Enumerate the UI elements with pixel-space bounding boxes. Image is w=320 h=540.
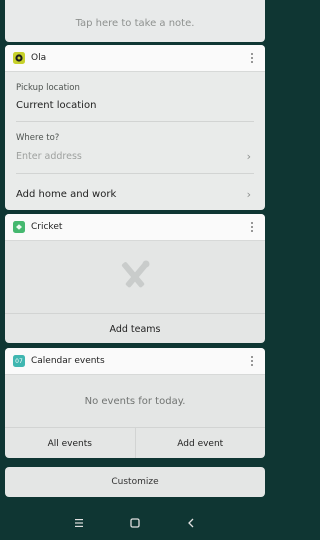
destination-row[interactable]: Enter address ›	[16, 150, 254, 163]
cricket-title: Cricket	[31, 222, 63, 232]
divider	[16, 173, 254, 174]
add-teams-button[interactable]: Add teams	[5, 313, 265, 343]
cricket-bats-icon	[121, 260, 150, 288]
all-events-button[interactable]: All events	[5, 428, 136, 458]
cricket-card: Cricket Add teams	[5, 214, 265, 343]
cricket-header: Cricket	[5, 214, 265, 241]
chevron-right-icon: ›	[246, 188, 251, 201]
ola-title: Ola	[31, 53, 47, 63]
calendar-title: Calendar events	[31, 356, 105, 366]
calendar-header: 07 Calendar events	[5, 348, 265, 375]
destination-input[interactable]: Enter address	[16, 151, 82, 162]
ola-header: Ola	[5, 45, 265, 72]
divider	[16, 121, 254, 122]
pickup-label: Pickup location	[16, 83, 80, 93]
note-placeholder: Tap here to take a note.	[75, 18, 195, 29]
navigation-bar	[0, 506, 270, 540]
chevron-right-icon: ›	[246, 150, 251, 163]
cricket-more-options-icon[interactable]	[247, 222, 257, 232]
ola-more-options-icon[interactable]	[247, 53, 257, 63]
add-event-button[interactable]: Add event	[136, 428, 266, 458]
calendar-day-icon: 07	[13, 355, 25, 367]
ola-logo-icon	[13, 49, 25, 68]
ola-card: Ola Pickup location Current location Whe…	[5, 45, 265, 210]
pickup-value[interactable]: Current location	[16, 100, 254, 111]
calendar-more-options-icon[interactable]	[247, 356, 257, 366]
customize-button[interactable]: Customize	[5, 467, 265, 497]
calendar-actions: All events Add event	[5, 427, 265, 458]
cricket-placeholder	[5, 241, 265, 313]
note-card[interactable]: Tap here to take a note.	[5, 0, 265, 42]
calendar-empty-message: No events for today.	[84, 395, 186, 407]
calendar-card: 07 Calendar events No events for today. …	[5, 348, 265, 458]
destination-label: Where to?	[16, 133, 60, 143]
menu-icon[interactable]	[51, 519, 107, 527]
cricket-icon	[13, 218, 25, 237]
home-square-icon[interactable]	[107, 518, 163, 528]
back-icon[interactable]	[163, 518, 219, 528]
add-home-work-label: Add home and work	[16, 189, 117, 200]
add-home-work-row[interactable]: Add home and work ›	[16, 188, 254, 201]
